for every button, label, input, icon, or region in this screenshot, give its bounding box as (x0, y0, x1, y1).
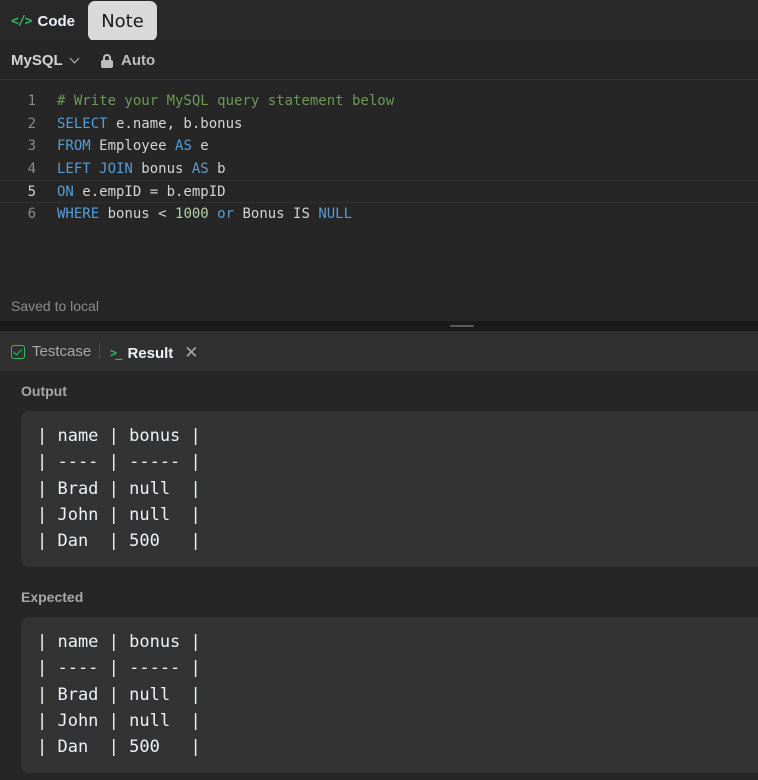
chevron-down-icon (69, 53, 80, 64)
tab-note[interactable]: Note (88, 1, 157, 41)
code-text: FROM Employee AS e (57, 138, 209, 155)
code-line[interactable]: 1 # Write your MySQL query statement belo… (0, 90, 758, 113)
line-number: 1 (27, 93, 36, 109)
table-row: | name | bonus | (37, 426, 201, 446)
table-row: | Dan | 500 | (37, 531, 201, 552)
tab-code-label: Code (37, 12, 75, 30)
tab-testcase[interactable]: Testcase (11, 343, 91, 360)
language-label: MySQL (11, 52, 63, 69)
table-row: | name | bonus | (37, 632, 201, 652)
code-text: WHERE bonus < 1000 or Bonus IS NULL (57, 205, 353, 222)
code-area[interactable]: 1 # Write your MySQL query statement belo… (0, 90, 758, 226)
expected-table: | name | bonus | | ---- | ----- | | Brad |… (21, 617, 758, 773)
tab-testcase-label: Testcase (32, 343, 92, 360)
code-editor-panel: MySQL Auto 1 # Write your MySQL query sta… (0, 40, 758, 321)
code-text: ON e.empID = b.empID (57, 184, 226, 201)
code-text: SELECT e.name, b.bonus (57, 115, 243, 132)
code-line[interactable]: 5 ON e.empID = b.empID (0, 180, 758, 203)
table-row: | John | null | (37, 710, 201, 731)
table-row: | Brad | null | (37, 478, 201, 499)
tab-result-label: Result (127, 344, 174, 362)
line-number: 6 (27, 205, 36, 222)
code-line[interactable]: 4 LEFT JOIN bonus AS b (0, 158, 758, 181)
tab-separator (99, 343, 100, 359)
table-row: | Dan | 500 | (37, 737, 201, 758)
code-text: # Write your MySQL query statement below (57, 93, 395, 109)
code-line[interactable]: 3 FROM Employee AS e (0, 135, 758, 158)
line-number: 4 (27, 160, 36, 177)
code-text: LEFT JOIN bonus AS b (57, 160, 226, 177)
lock-icon (101, 53, 113, 68)
editor-toolbar: MySQL Auto (0, 40, 758, 80)
panel-resize-handle[interactable] (0, 321, 758, 331)
table-row: | Brad | null | (37, 684, 201, 705)
tab-code[interactable]: </> Code (11, 11, 75, 31)
code-line[interactable]: 2 SELECT e.name, b.bonus (0, 113, 758, 136)
line-number: 3 (27, 138, 36, 155)
terminal-icon: >_ (110, 346, 123, 360)
code-brackets-icon: </> (11, 13, 33, 29)
output-table: | name | bonus | | ---- | ----- | | Brad |… (21, 411, 758, 567)
close-icon[interactable]: ✕ (184, 343, 198, 363)
results-panel: Testcase >_ Result ✕ Output | name | bon… (0, 331, 758, 780)
top-tab-bar: </> Code Note (0, 0, 758, 41)
results-tab-bar: Testcase >_ Result ✕ (0, 331, 758, 371)
table-row: | ---- | ----- | (37, 452, 201, 473)
checkbox-icon (11, 344, 25, 359)
line-number: 2 (27, 115, 36, 132)
auto-mode-toggle[interactable]: Auto (101, 52, 155, 69)
line-number: 5 (27, 184, 36, 201)
drag-grip-icon (450, 325, 474, 327)
auto-label: Auto (121, 52, 156, 69)
code-line[interactable]: 6 WHERE bonus < 1000 or Bonus IS NULL (0, 203, 758, 226)
output-label: Output (21, 383, 67, 399)
tab-result[interactable]: >_ Result ✕ (110, 343, 199, 363)
expected-label: Expected (21, 589, 84, 605)
language-selector[interactable]: MySQL (11, 52, 80, 69)
table-row: | ---- | ----- | (37, 658, 201, 679)
save-status: Saved to local (11, 298, 99, 314)
table-row: | John | null | (37, 504, 201, 525)
